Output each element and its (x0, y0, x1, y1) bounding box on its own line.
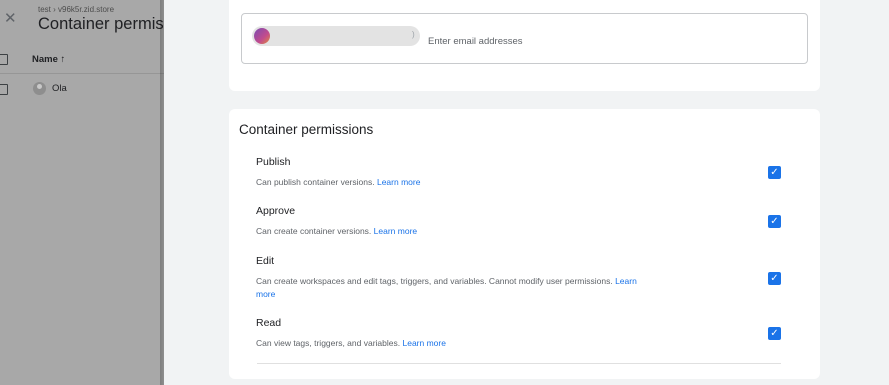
close-icon[interactable]: ✕ (4, 9, 17, 27)
description-text: Can create container versions. (256, 226, 372, 236)
permission-read: Read Can view tags, triggers, and variab… (256, 317, 786, 350)
description-text: Can view tags, triggers, and variables. (256, 338, 401, 348)
chip-close-icon[interactable]: ) (412, 30, 415, 39)
permission-name: Edit (256, 255, 275, 267)
permission-description: Can create workspaces and edit tags, tri… (256, 275, 656, 301)
section-title: Container permissions (239, 122, 374, 137)
permission-description: Can publish container versions. Learn mo… (256, 176, 656, 189)
avatar (254, 28, 270, 44)
permission-description: Can view tags, triggers, and variables. … (256, 337, 656, 350)
learn-more-link[interactable]: Learn more (374, 226, 417, 236)
permission-publish: Publish Can publish container versions. … (256, 156, 786, 189)
permissions-panel: ) Enter email addresses Container permis… (164, 0, 889, 385)
permission-approve: Approve Can create container versions. L… (256, 205, 786, 238)
select-all-checkbox[interactable] (0, 54, 8, 65)
row-checkbox[interactable] (0, 84, 8, 95)
invite-card: ) Enter email addresses (229, 0, 820, 91)
permission-name: Read (256, 317, 282, 329)
email-field[interactable]: ) Enter email addresses (241, 13, 808, 64)
divider (257, 363, 781, 364)
user-name: Ola (52, 83, 67, 94)
learn-more-link[interactable]: Learn more (377, 177, 420, 187)
page-title: Container permiss (38, 15, 164, 33)
table-header-row: Name ↑ (0, 46, 164, 74)
email-input-placeholder[interactable]: Enter email addresses (428, 36, 523, 47)
permission-name: Approve (256, 205, 296, 217)
user-list-panel: ✕ test › v96k5r.zid.store Container perm… (0, 0, 164, 385)
container-permissions-card: Container permissions Publish Can publis… (229, 109, 820, 379)
description-text: Can publish container versions. (256, 177, 375, 187)
permission-description: Can create container versions. Learn mor… (256, 225, 656, 238)
avatar (33, 82, 46, 95)
permission-name: Publish (256, 156, 291, 168)
learn-more-link[interactable]: Learn more (402, 338, 445, 348)
read-checkbox[interactable]: ✓ (768, 327, 781, 340)
edit-checkbox[interactable]: ✓ (768, 272, 781, 285)
breadcrumb: test › v96k5r.zid.store (38, 5, 115, 14)
name-column-header[interactable]: Name ↑ (32, 54, 65, 65)
table-row[interactable]: Ola (0, 80, 164, 102)
recipient-chip[interactable] (252, 26, 420, 46)
permission-edit: Edit Can create workspaces and edit tags… (256, 255, 786, 301)
description-text: Can create workspaces and edit tags, tri… (256, 276, 613, 286)
approve-checkbox[interactable]: ✓ (768, 215, 781, 228)
publish-checkbox[interactable]: ✓ (768, 166, 781, 179)
